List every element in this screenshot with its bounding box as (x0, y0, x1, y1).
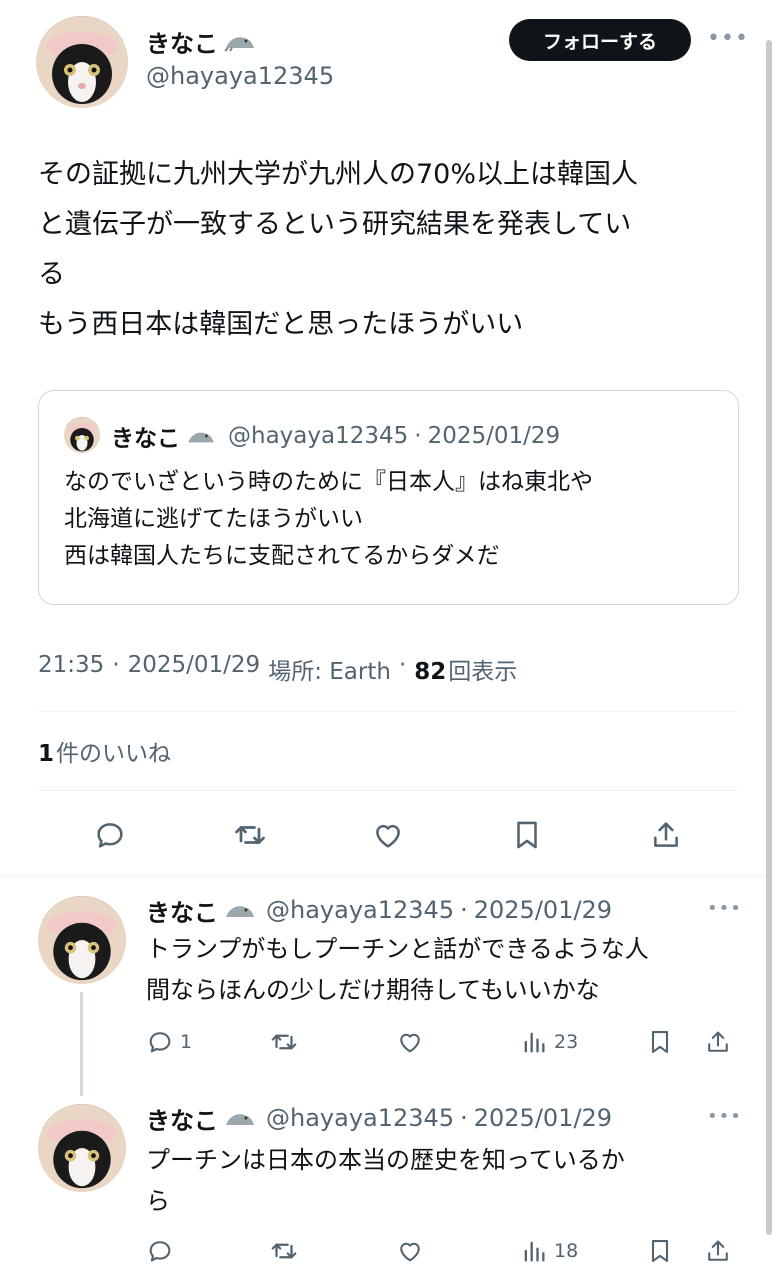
reply-count: 1 (180, 1031, 193, 1053)
tweet-location: 場所: Earth (268, 659, 391, 685)
reply-author-handle[interactable]: @hayaya12345 (266, 896, 454, 924)
likes-summary[interactable]: 1件のいいね (38, 734, 171, 768)
more-options-icon[interactable]: ••• (707, 26, 749, 51)
bookmark-icon[interactable] (646, 1233, 674, 1269)
avatar[interactable] (36, 16, 128, 108)
like-icon[interactable] (368, 815, 408, 855)
tweet-date[interactable]: 2025/01/29 (128, 652, 261, 686)
scrollbar[interactable] (766, 40, 772, 1235)
meta-separator: · (112, 652, 120, 678)
views-count: 18 (554, 1240, 579, 1262)
views-label: 回表示 (448, 659, 518, 685)
seal-emoji-icon (224, 899, 256, 921)
views-count: 82 (414, 659, 447, 685)
likes-count: 1 (38, 741, 55, 767)
quote-author-handle: @hayaya12345 (228, 423, 409, 449)
reply-text: プーチンは日本の本当の歴史を知っているか ら (146, 1146, 625, 1215)
reply-author-handle[interactable]: @hayaya12345 (266, 1104, 454, 1132)
author-handle[interactable]: @hayaya12345 (146, 62, 334, 90)
reply-separator: · (460, 1104, 468, 1132)
meta-separator: · (398, 652, 407, 678)
reply-date[interactable]: 2025/01/29 (474, 896, 612, 924)
views-count: 23 (554, 1031, 579, 1053)
share-icon[interactable] (704, 1233, 732, 1269)
follow-button[interactable]: フォローする (509, 19, 691, 61)
tweet-text: その証拠に九州大学が九州人の70%以上は韓国人 と遺伝子が一致するという研究結果… (38, 159, 639, 340)
reply-icon[interactable] (90, 815, 130, 855)
reply-action-bar: 1 23 (146, 1024, 746, 1060)
more-options-icon[interactable]: ••• (707, 1106, 742, 1127)
seal-emoji-icon (186, 426, 216, 446)
bookmark-icon[interactable] (507, 815, 547, 855)
reply-author-name[interactable]: きなこ (146, 1101, 218, 1136)
divider (0, 876, 770, 877)
seal-emoji-icon (224, 30, 256, 52)
reply-separator: · (460, 896, 468, 924)
quote-text: なのでいざという時のために『日本人』はね東北や 北海道に逃げてたほうがいい 西は… (64, 469, 593, 569)
quote-date: 2025/01/29 (427, 423, 561, 449)
retweet-icon[interactable] (230, 815, 270, 855)
views-icon[interactable]: 23 (520, 1024, 578, 1060)
more-options-icon[interactable]: ••• (707, 898, 742, 919)
divider (38, 711, 739, 712)
quote-tweet[interactable]: きなこ @hayaya12345 · 2025/01/29 なのでいざという時の… (38, 390, 739, 605)
like-icon[interactable] (396, 1024, 424, 1060)
tweet-meta: 21:35 · 2025/01/29 場所: Earth · 82回表示 (38, 652, 517, 686)
reply-icon[interactable] (146, 1233, 180, 1269)
avatar[interactable] (38, 896, 126, 984)
share-icon[interactable] (646, 815, 686, 855)
seal-emoji-icon (224, 1107, 256, 1129)
reply-author-name[interactable]: きなこ (146, 893, 218, 928)
reply-action-bar: 18 (146, 1233, 746, 1269)
likes-label: 件のいいね (56, 741, 172, 767)
author-name[interactable]: きなこ (146, 24, 218, 59)
divider (38, 790, 739, 791)
reply-text: トランプがもしプーチンと話ができるような人 間ならほんの少しだけ期待してもいいか… (146, 935, 649, 1004)
reply-icon[interactable]: 1 (146, 1024, 192, 1060)
bookmark-icon[interactable] (646, 1024, 674, 1060)
retweet-icon[interactable] (269, 1024, 299, 1060)
quote-author-name: きなこ (111, 426, 180, 452)
quote-separator: · (414, 423, 422, 449)
avatar[interactable] (38, 1104, 126, 1192)
quote-avatar (64, 417, 100, 453)
retweet-icon[interactable] (269, 1233, 299, 1269)
tweet-time[interactable]: 21:35 (38, 652, 104, 686)
reply-date[interactable]: 2025/01/29 (474, 1104, 612, 1132)
share-icon[interactable] (704, 1024, 732, 1060)
thread-line (80, 992, 83, 1096)
views-icon[interactable]: 18 (520, 1233, 578, 1269)
like-icon[interactable] (396, 1233, 424, 1269)
